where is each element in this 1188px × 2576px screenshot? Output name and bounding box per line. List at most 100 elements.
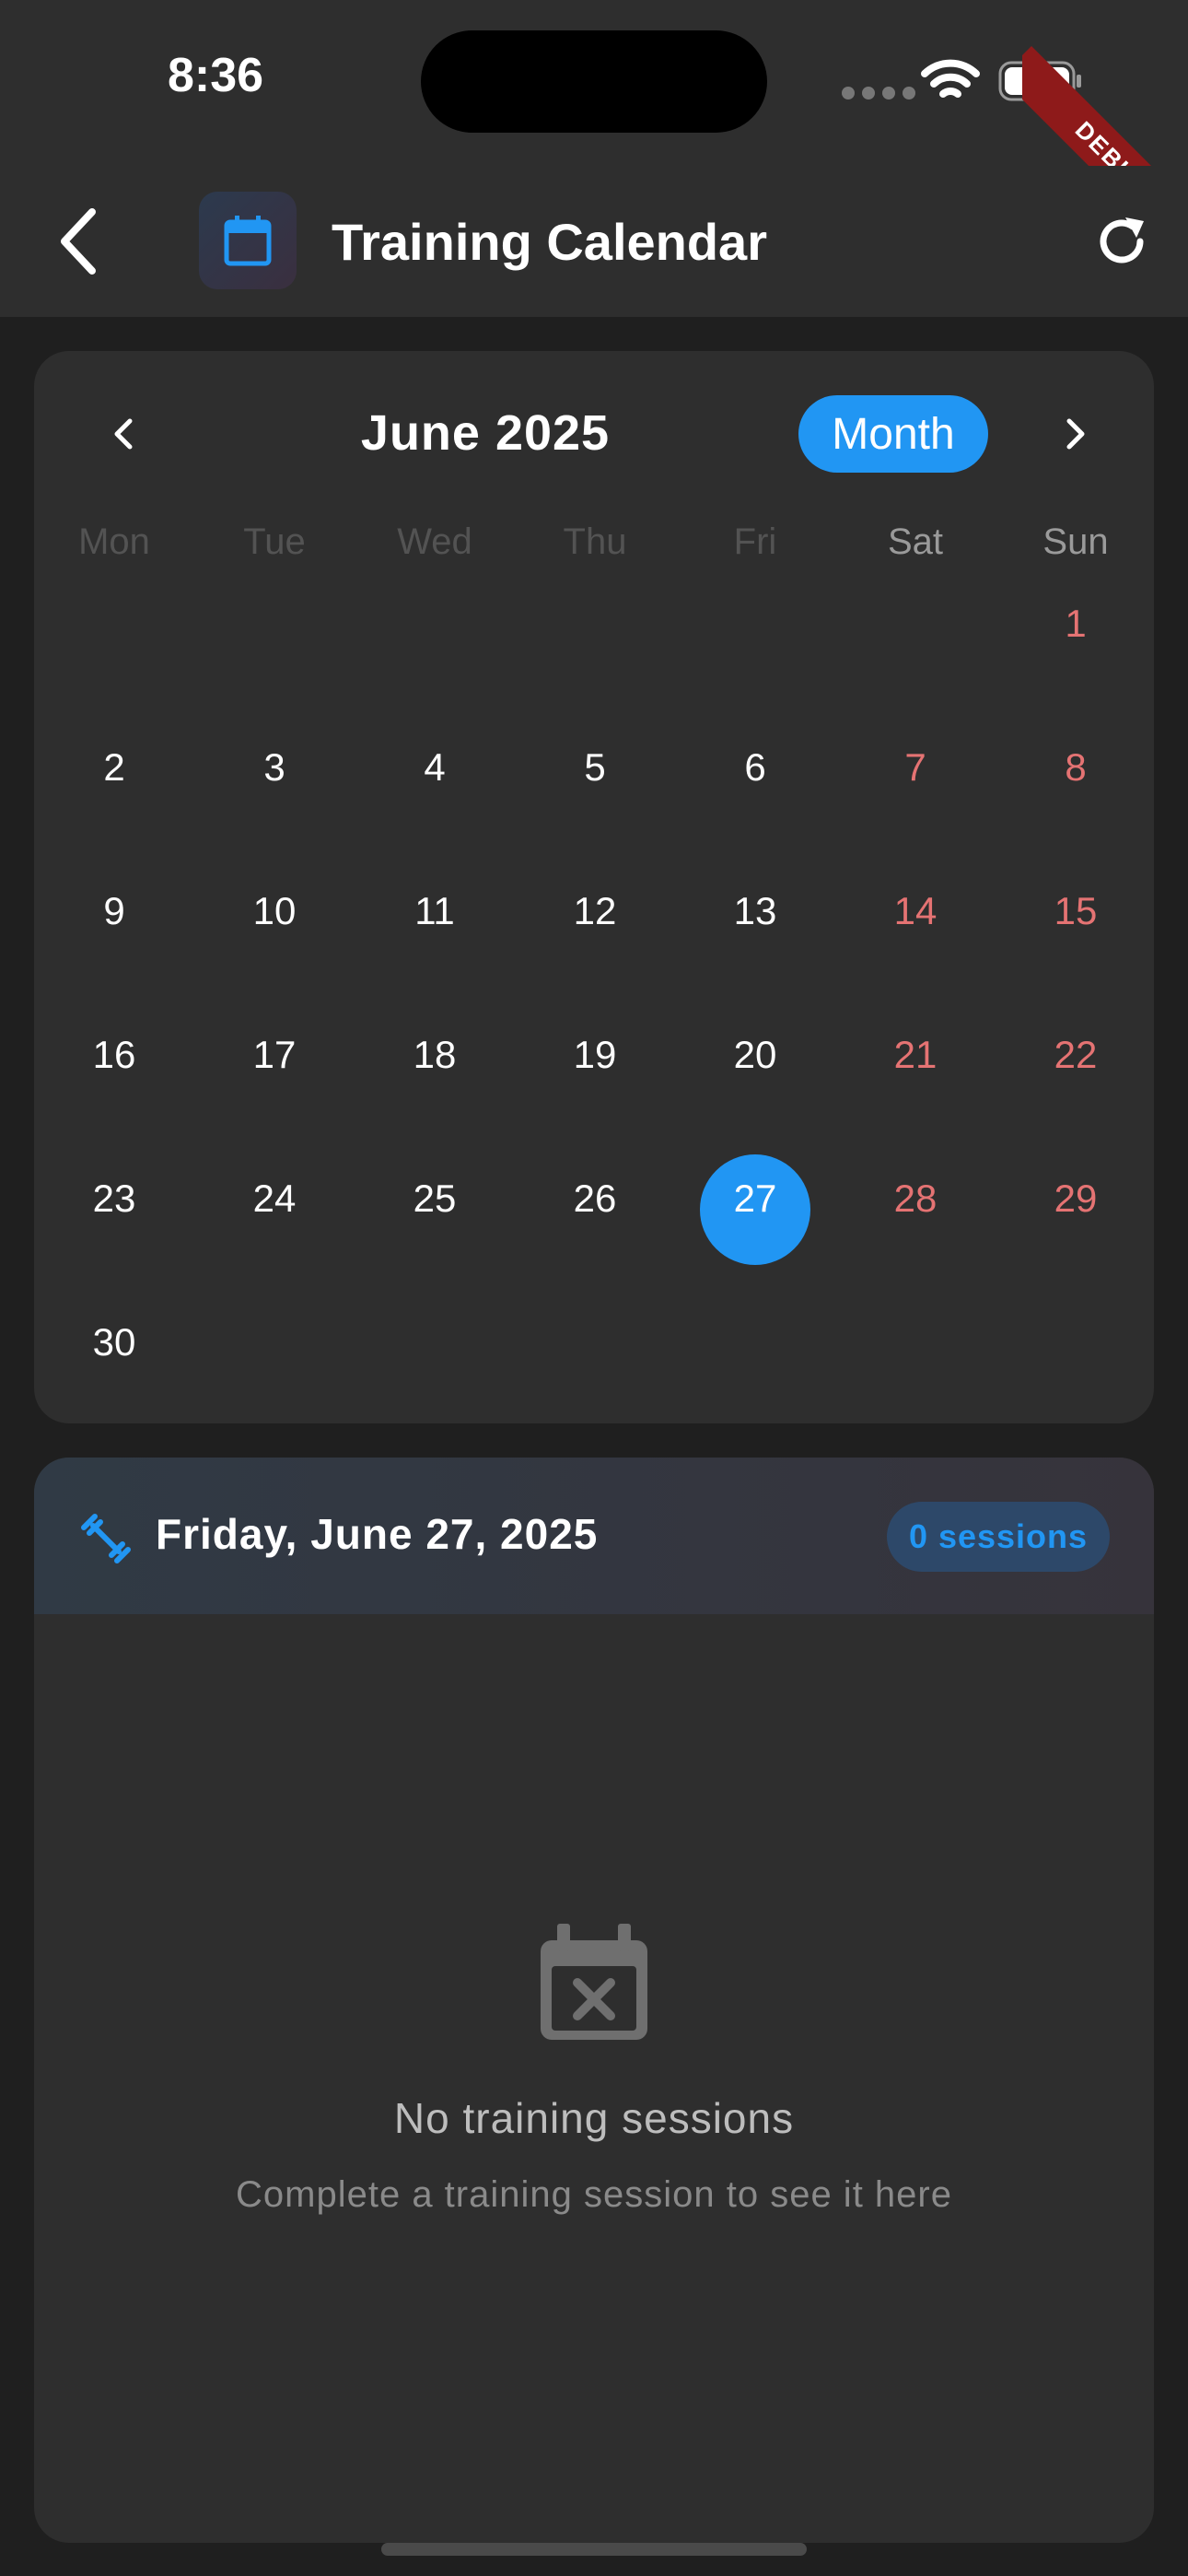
day-number: 13 [733, 889, 777, 932]
calendar-icon [224, 216, 272, 266]
day-number: 10 [252, 889, 297, 932]
weekday-label: Fri [733, 521, 777, 562]
day-number: 4 [424, 745, 446, 789]
calendar-card: June 2025 Month Mon Tue Wed Thu Fri Sat … [34, 351, 1154, 1423]
day-cell[interactable]: 8 [996, 738, 1156, 882]
day-number: 22 [1054, 1033, 1098, 1076]
empty-day-cell [996, 1313, 1156, 1457]
day-number: 23 [92, 1177, 136, 1220]
day-number: 24 [252, 1177, 297, 1220]
day-cell[interactable]: 20 [675, 1025, 835, 1169]
day-number: 28 [893, 1177, 938, 1220]
page-title: Training Calendar [332, 213, 767, 271]
day-number: 18 [413, 1033, 457, 1076]
day-cell[interactable]: 7 [835, 738, 996, 882]
weekday-label: Tue [243, 521, 306, 562]
day-number: 2 [103, 745, 125, 789]
day-cell[interactable]: 12 [515, 882, 675, 1025]
empty-day-cell [355, 1313, 515, 1457]
wifi-icon [921, 59, 980, 98]
sessions-header: Friday, June 27, 2025 0 sessions [34, 1458, 1154, 1614]
day-cell[interactable]: 21 [835, 1025, 996, 1169]
day-cell[interactable]: 3 [194, 738, 355, 882]
day-cell[interactable]: 15 [996, 882, 1156, 1025]
day-cell[interactable]: 22 [996, 1025, 1156, 1169]
sessions-card: Friday, June 27, 2025 0 sessions No trai… [34, 1458, 1154, 2543]
day-number: 29 [1054, 1177, 1098, 1220]
day-cell[interactable]: 19 [515, 1025, 675, 1169]
day-cell[interactable]: 1 [996, 594, 1156, 738]
dumbbell-icon [81, 1514, 131, 1563]
day-number: 30 [92, 1320, 136, 1364]
day-cell[interactable]: 30 [34, 1313, 194, 1457]
day-cell[interactable]: 10 [194, 882, 355, 1025]
day-number: 6 [744, 745, 766, 789]
empty-day-cell [835, 594, 996, 738]
empty-day-cell [355, 594, 515, 738]
empty-day-cell [34, 594, 194, 738]
weekday-label: Thu [563, 521, 627, 562]
view-mode-button[interactable]: Month [798, 395, 988, 473]
day-number: 17 [252, 1033, 297, 1076]
day-cell[interactable]: 29 [996, 1169, 1156, 1313]
empty-day-cell [194, 594, 355, 738]
day-cell[interactable]: 6 [675, 738, 835, 882]
day-number: 3 [263, 745, 285, 789]
day-cell[interactable]: 5 [515, 738, 675, 882]
day-number: 27 [733, 1177, 777, 1220]
chevron-right-icon[interactable] [1053, 406, 1099, 462]
day-number: 19 [573, 1033, 617, 1076]
home-indicator [381, 2543, 807, 2556]
empty-day-cell [515, 594, 675, 738]
day-number: 20 [733, 1033, 777, 1076]
day-number: 16 [92, 1033, 136, 1076]
day-cell[interactable]: 24 [194, 1169, 355, 1313]
session-count-badge: 0 sessions [887, 1502, 1110, 1572]
selected-date: Friday, June 27, 2025 [156, 1510, 599, 1558]
weekday-label: Mon [78, 521, 150, 562]
refresh-icon[interactable] [1092, 212, 1151, 271]
day-number: 8 [1065, 745, 1087, 789]
day-cell[interactable]: 27 [675, 1154, 835, 1313]
status-time: 8:36 [168, 49, 264, 102]
empty-day-cell [675, 1313, 835, 1457]
debug-label: DEBUG [1022, 46, 1188, 166]
empty-state-title: No training sessions [393, 2094, 795, 2142]
empty-day-cell [675, 594, 835, 738]
empty-day-cell [194, 1313, 355, 1457]
day-cell[interactable]: 28 [835, 1169, 996, 1313]
weekday-label: Sun [1042, 521, 1109, 562]
day-number: 1 [1065, 602, 1087, 645]
debug-banner: DEBUG [1022, 0, 1188, 166]
day-number: 21 [893, 1033, 938, 1076]
day-cell[interactable]: 9 [34, 882, 194, 1025]
day-number: 25 [413, 1177, 457, 1220]
weekday-label: Wed [397, 521, 472, 562]
day-cell[interactable]: 13 [675, 882, 835, 1025]
app-calendar-badge [199, 192, 297, 289]
day-number: 15 [1054, 889, 1098, 932]
empty-state-subtitle: Complete a training session to see it he… [236, 2174, 952, 2215]
weekday-header: Mon Tue Wed Thu Fri Sat Sun [34, 521, 1154, 563]
day-cell[interactable]: 25 [355, 1169, 515, 1313]
day-cell[interactable]: 16 [34, 1025, 194, 1169]
day-number: 5 [584, 745, 606, 789]
day-number: 14 [893, 889, 938, 932]
dynamic-island [421, 30, 767, 133]
day-cell[interactable]: 26 [515, 1169, 675, 1313]
day-cell[interactable]: 17 [194, 1025, 355, 1169]
day-cell[interactable]: 18 [355, 1025, 515, 1169]
empty-day-cell [835, 1313, 996, 1457]
day-number: 12 [573, 889, 617, 932]
day-number: 9 [103, 889, 125, 932]
day-cell[interactable]: 2 [34, 738, 194, 882]
day-cell[interactable]: 14 [835, 882, 996, 1025]
app-bar: 8:36 DEBUG Training Calendar [0, 0, 1188, 317]
day-number: 7 [904, 745, 926, 789]
back-arrow-icon[interactable] [52, 205, 107, 278]
cellular-signal-icon [842, 87, 915, 100]
day-cell[interactable]: 11 [355, 882, 515, 1025]
day-number: 26 [573, 1177, 617, 1220]
day-cell[interactable]: 4 [355, 738, 515, 882]
day-cell[interactable]: 23 [34, 1169, 194, 1313]
